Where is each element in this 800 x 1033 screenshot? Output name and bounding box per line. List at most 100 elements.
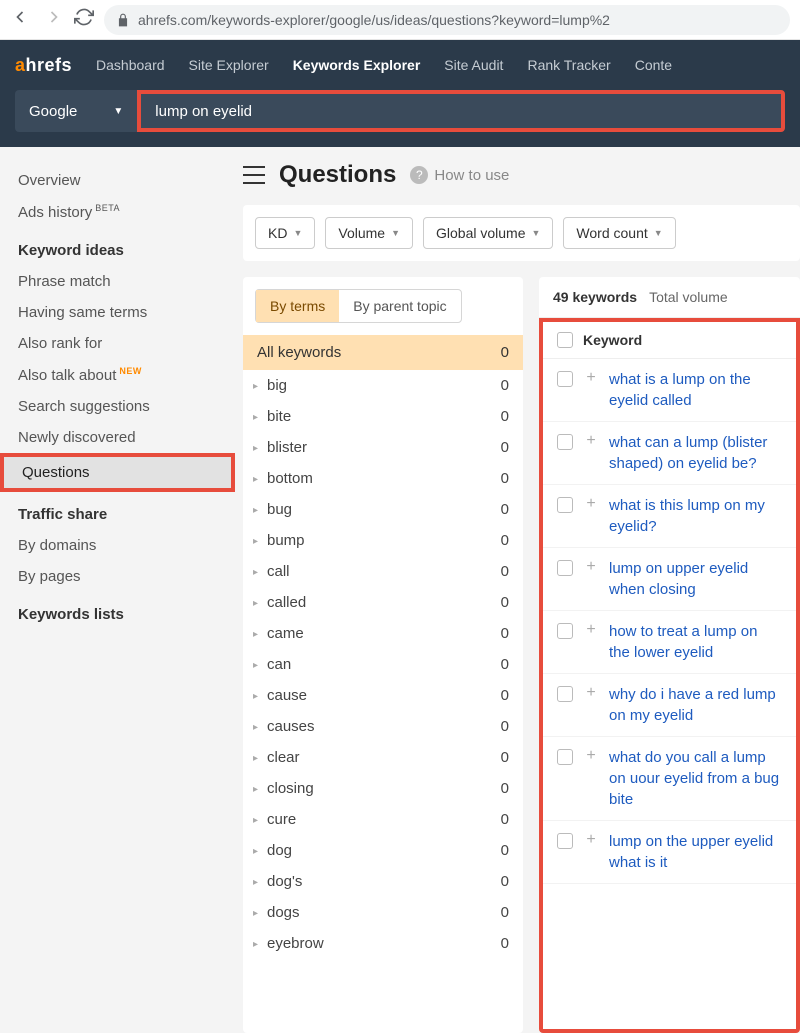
filter-button[interactable]: Global volume▼ — [423, 217, 553, 249]
filter-button[interactable]: Volume▼ — [325, 217, 413, 249]
sidebar-item[interactable]: Having same terms — [0, 297, 235, 328]
term-row[interactable]: dogs0 — [243, 897, 523, 928]
results-count: 49 keywords — [553, 289, 637, 305]
term-row[interactable]: bug0 — [243, 494, 523, 525]
browser-bar: ahrefs.com/keywords-explorer/google/us/i… — [0, 0, 800, 40]
term-row[interactable]: dog's0 — [243, 866, 523, 897]
keyword-link[interactable]: lump on the upper eyelid what is it — [609, 831, 782, 873]
keyword-link[interactable]: what is a lump on the eyelid called — [609, 369, 782, 411]
how-to-use-link[interactable]: ? How to use — [410, 166, 509, 184]
result-row: + lump on upper eyelid when closing — [543, 548, 796, 611]
row-checkbox[interactable] — [557, 560, 573, 576]
sidebar-heading: Keywords lists — [0, 592, 235, 630]
sidebar-item[interactable]: Also rank for — [0, 328, 235, 359]
topnav-item[interactable]: Rank Tracker — [527, 57, 610, 73]
all-keywords-row[interactable]: All keywords 0 — [243, 335, 523, 370]
sidebar-item[interactable]: Overview — [0, 165, 235, 196]
term-row[interactable]: blister0 — [243, 432, 523, 463]
result-row: + what can a lump (blister shaped) on eye… — [543, 422, 796, 485]
term-row[interactable]: closing0 — [243, 773, 523, 804]
filter-button[interactable]: Word count▼ — [563, 217, 675, 249]
row-checkbox[interactable] — [557, 497, 573, 513]
row-checkbox[interactable] — [557, 749, 573, 765]
results-header-row: Keyword — [543, 322, 796, 359]
select-all-checkbox[interactable] — [557, 332, 573, 348]
sidebar-heading: Traffic share — [0, 492, 235, 530]
caret-down-icon: ▼ — [293, 228, 302, 238]
term-row[interactable]: cause0 — [243, 680, 523, 711]
add-icon[interactable]: + — [583, 559, 599, 575]
add-icon[interactable]: + — [583, 685, 599, 701]
add-icon[interactable]: + — [583, 622, 599, 638]
term-row[interactable]: big0 — [243, 370, 523, 401]
keyword-link[interactable]: how to treat a lump on the lower eyelid — [609, 621, 782, 663]
sidebar-item[interactable]: Also talk about NEW — [0, 359, 235, 391]
term-row[interactable]: causes0 — [243, 711, 523, 742]
term-row[interactable]: bump0 — [243, 525, 523, 556]
add-icon[interactable]: + — [583, 433, 599, 449]
term-row[interactable]: bottom0 — [243, 463, 523, 494]
keyword-link[interactable]: why do i have a red lump on my eyelid — [609, 684, 782, 726]
keyword-search-bar: Google ▼ lump on eyelid — [0, 90, 800, 147]
help-icon: ? — [410, 166, 428, 184]
term-row[interactable]: eyebrow0 — [243, 928, 523, 959]
term-row[interactable]: called0 — [243, 587, 523, 618]
result-row: + what is a lump on the eyelid called — [543, 359, 796, 422]
term-tab[interactable]: By parent topic — [339, 290, 460, 322]
terms-panel: By termsBy parent topic All keywords 0 b… — [243, 277, 523, 1033]
search-engine-select[interactable]: Google ▼ — [15, 90, 137, 132]
term-row[interactable]: bite0 — [243, 401, 523, 432]
term-row[interactable]: came0 — [243, 618, 523, 649]
sidebar-item[interactable]: By domains — [0, 530, 235, 561]
topnav-item[interactable]: Dashboard — [96, 57, 165, 73]
row-checkbox[interactable] — [557, 623, 573, 639]
address-bar[interactable]: ahrefs.com/keywords-explorer/google/us/i… — [104, 5, 790, 35]
reload-icon[interactable] — [74, 7, 94, 32]
top-nav: ahrefs Dashboard Site Explorer Keywords Ex… — [0, 40, 800, 90]
logo[interactable]: ahrefs — [15, 55, 72, 76]
lock-icon — [116, 13, 130, 27]
add-icon[interactable]: + — [583, 370, 599, 386]
sidebar-item[interactable]: Questions — [4, 457, 231, 488]
add-icon[interactable]: + — [583, 748, 599, 764]
sidebar-item[interactable]: By pages — [0, 561, 235, 592]
term-row[interactable]: clear0 — [243, 742, 523, 773]
term-row[interactable]: dog0 — [243, 835, 523, 866]
row-checkbox[interactable] — [557, 371, 573, 387]
keyword-link[interactable]: lump on upper eyelid when closing — [609, 558, 782, 600]
filter-button[interactable]: KD▼ — [255, 217, 315, 249]
url-text: ahrefs.com/keywords-explorer/google/us/i… — [138, 12, 610, 28]
row-checkbox[interactable] — [557, 686, 573, 702]
keyword-column-header[interactable]: Keyword — [583, 332, 642, 348]
term-row[interactable]: call0 — [243, 556, 523, 587]
forward-icon[interactable] — [44, 7, 64, 32]
term-tab[interactable]: By terms — [256, 290, 339, 322]
keyword-input[interactable]: lump on eyelid — [137, 90, 785, 132]
row-checkbox[interactable] — [557, 434, 573, 450]
add-icon[interactable]: + — [583, 496, 599, 512]
topnav-item[interactable]: Keywords Explorer — [293, 57, 421, 73]
topnav-item[interactable]: Site Audit — [444, 57, 503, 73]
add-icon[interactable]: + — [583, 832, 599, 848]
back-icon[interactable] — [10, 7, 30, 32]
term-row[interactable]: cure0 — [243, 804, 523, 835]
result-row: + what is this lump on my eyelid? — [543, 485, 796, 548]
sidebar-item[interactable]: Ads history BETA — [0, 196, 235, 228]
menu-icon[interactable] — [243, 166, 265, 184]
topnav-item[interactable]: Site Explorer — [189, 57, 269, 73]
keyword-link[interactable]: what is this lump on my eyelid? — [609, 495, 782, 537]
keyword-link[interactable]: what can a lump (blister shaped) on eyel… — [609, 432, 782, 474]
sidebar-item[interactable]: Search suggestions — [0, 391, 235, 422]
page-title: Questions — [279, 161, 396, 189]
sidebar-item[interactable]: Phrase match — [0, 266, 235, 297]
term-row[interactable]: can0 — [243, 649, 523, 680]
sidebar-heading: Keyword ideas — [0, 228, 235, 266]
sidebar-item[interactable]: Newly discovered — [0, 422, 235, 453]
result-row: + lump on the upper eyelid what is it — [543, 821, 796, 884]
filter-bar: KD▼ Volume▼ Global volume▼ Word count▼ — [243, 205, 800, 261]
row-checkbox[interactable] — [557, 833, 573, 849]
sidebar: OverviewAds history BETA Keyword ideasPh… — [0, 147, 235, 1033]
keyword-link[interactable]: what do you call a lump on uour eyelid f… — [609, 747, 782, 810]
total-volume-label: Total volume — [649, 289, 728, 305]
topnav-item[interactable]: Conte — [635, 57, 672, 73]
